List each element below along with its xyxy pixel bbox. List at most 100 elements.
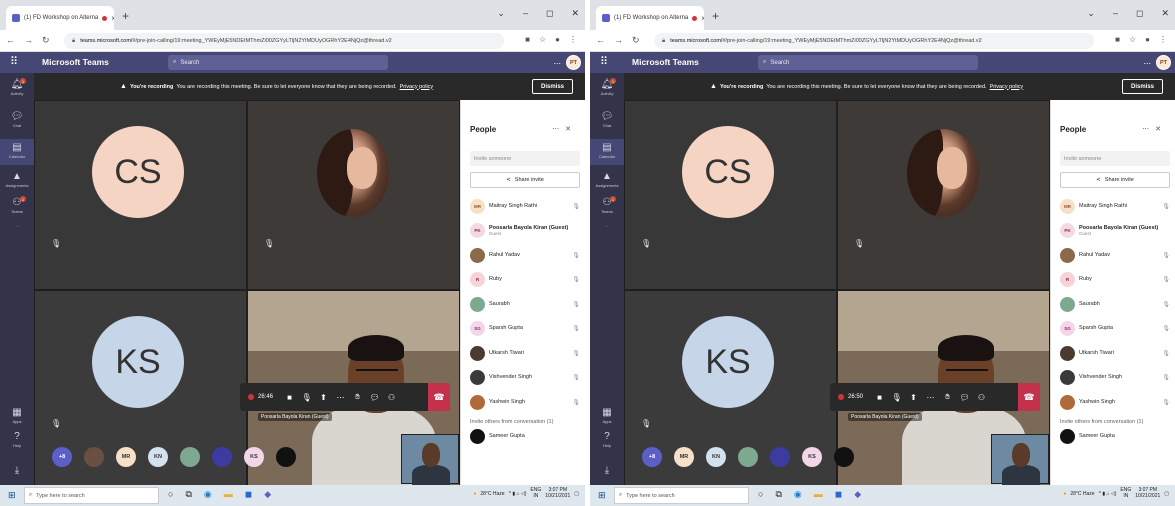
invite-others-section[interactable]: Invite others from conversation (1) [470,415,582,425]
more-options-icon[interactable]: ... [553,56,561,66]
reload-icon[interactable]: ↻ [632,35,640,46]
tray-icons[interactable]: ^ ▮ ⌂ ◁) [509,491,527,497]
notification-icon[interactable]: ▢ [574,491,579,497]
camera-toggle-icon[interactable]: ■ [871,393,888,402]
back-icon[interactable]: ← [596,35,605,46]
menu-icon[interactable]: ⋮ [1159,35,1167,44]
notification-icon[interactable]: ▢ [1164,491,1169,497]
more-actions-icon[interactable]: ⋯ [922,393,939,402]
close-icon[interactable]: ✕ [1155,126,1167,133]
back-icon[interactable]: ← [6,35,15,46]
explorer-icon[interactable]: ▬ [224,489,233,500]
search-input[interactable]: ⌕ Search [168,55,388,70]
app-launcher-icon[interactable]: ⠿ [600,55,608,68]
leave-call-button[interactable]: ☎︎ [428,383,450,411]
url-field[interactable]: 🔒︎ teams.microsoft.com/#/pre-join-callin… [654,33,1094,49]
overflow-count[interactable]: +8 [642,447,662,467]
rail-item-activity[interactable]: 🔔︎ 1 Activity [590,78,624,96]
minimize-icon[interactable]: – [1113,8,1118,19]
cortana-icon[interactable]: ○ [758,489,763,500]
taskbar-search[interactable]: ⌕ Type here to search [614,487,749,504]
list-item[interactable]: Sameer Gupta [1060,425,1172,450]
participant-avatar[interactable] [276,447,296,467]
participant-tile[interactable]: 🎙︎ [838,101,1049,289]
list-item[interactable]: PK Poosarla Bayola Kiran (Guest) Guest [1060,219,1172,244]
rail-item-chat[interactable]: 💬︎ Chat [590,111,624,128]
new-tab-button[interactable]: + [712,9,719,23]
participant-avatar[interactable] [770,447,790,467]
store-icon[interactable]: ◼ [835,489,842,500]
privacy-policy-link[interactable]: Privacy policy [990,84,1024,90]
list-item[interactable]: SG Sparsh Gupta 🎙︎ [470,317,582,342]
star-icon[interactable]: ☆ [1129,35,1136,44]
participants-toggle-icon[interactable]: ⚇ [383,393,400,402]
list-item[interactable]: MR Maitray Singh Rathi 🎙︎ [1060,194,1172,219]
list-item[interactable]: Vishvender Singh 🎙︎ [470,366,582,391]
language-indicator[interactable]: ENG IN [1120,487,1131,499]
store-icon[interactable]: ◼ [245,489,252,500]
teams-taskbar-icon[interactable]: ◆ [264,489,271,500]
rail-item-assignments[interactable]: ▲ Assignments [0,171,34,188]
list-item[interactable]: Yashwin Singh 🎙︎ [470,390,582,415]
close-icon[interactable]: ✕ [565,126,577,133]
participant-avatar[interactable] [212,447,232,467]
weather-text[interactable]: 28°C Haze [480,491,504,497]
list-item[interactable]: SG Sparsh Gupta 🎙︎ [1060,317,1172,342]
list-item[interactable]: Utkarsh Tiwari 🎙︎ [470,341,582,366]
language-indicator[interactable]: ENG IN [530,487,541,499]
search-input[interactable]: ⌕ Search [758,55,978,70]
participant-avatar[interactable]: MR [674,447,694,467]
teams-taskbar-icon[interactable]: ◆ [854,489,861,500]
maximize-icon[interactable]: ◻ [546,8,553,19]
participant-tile[interactable]: 🎙︎ [248,101,459,289]
list-item[interactable]: MR Maitray Singh Rathi 🎙︎ [470,194,582,219]
rail-item-apps[interactable]: ▦ Apps [590,407,624,424]
star-icon[interactable]: ☆ [539,35,546,44]
share-screen-icon[interactable]: ⬆ [315,393,332,402]
rail-item-assignments[interactable]: ▲ Assignments [590,171,624,188]
rail-item-more[interactable]: ... [590,223,624,228]
profile-icon[interactable]: ● [1145,35,1150,44]
invite-input[interactable]: Invite someone [1060,151,1170,166]
minimize-icon[interactable]: – [523,8,528,19]
avatar[interactable]: PT [1156,55,1171,70]
forward-icon[interactable]: → [24,35,33,46]
list-item[interactable]: Sameer Gupta [470,425,582,450]
rail-item-teams[interactable]: ⚇ 1 Teams [590,196,624,214]
rail-item-download[interactable]: ⤓ [0,465,34,476]
windows-start-icon[interactable]: ⊞ [8,490,16,501]
more-options-icon[interactable]: ... [1143,56,1151,66]
more-actions-icon[interactable]: ⋯ [332,393,349,402]
tab-close-icon[interactable]: × [111,14,114,23]
list-item[interactable]: R Ruby 🎙︎ [470,268,582,293]
leave-call-button[interactable]: ☎︎ [1018,383,1040,411]
share-screen-icon[interactable]: ⬆ [905,393,922,402]
privacy-policy-link[interactable]: Privacy policy [400,84,434,90]
browser-tab[interactable]: (1) FD Workshop on Alterna × [6,6,114,30]
more-options-icon[interactable]: ⋯ [552,126,565,133]
participants-toggle-icon[interactable]: ⚇ [973,393,990,402]
share-invite-button[interactable]: ≺ Share invite [470,172,580,188]
mic-toggle-icon[interactable]: 🎙︎ [888,393,905,402]
overflow-count[interactable]: +8 [52,447,72,467]
browser-tab[interactable]: (1) FD Workshop on Alterna × [596,6,704,30]
list-item[interactable]: R Ruby 🎙︎ [1060,268,1172,293]
camera-icon[interactable]: ■ [1115,35,1120,44]
close-icon[interactable]: ✕ [1161,8,1169,19]
taskbar-search[interactable]: ⌕ Type here to search [24,487,159,504]
participant-avatar[interactable] [180,447,200,467]
list-item[interactable]: PK Poosarla Bayola Kiran (Guest) Guest [470,219,582,244]
rail-item-help[interactable]: ? Help [590,431,624,448]
windows-start-icon[interactable]: ⊞ [598,490,606,501]
list-item[interactable]: Rahul Yadav 🎙︎ [470,243,582,268]
cortana-icon[interactable]: ○ [168,489,173,500]
camera-toggle-icon[interactable]: ■ [281,393,298,402]
participant-avatar[interactable]: KS [244,447,264,467]
list-item[interactable]: Saurabh 🎙︎ [1060,292,1172,317]
dismiss-button[interactable]: Dismiss [531,79,573,94]
forward-icon[interactable]: → [614,35,623,46]
rail-item-more[interactable]: ... [0,223,34,228]
close-icon[interactable]: ✕ [571,8,579,19]
weather-text[interactable]: 28°C Haze [1070,491,1094,497]
participant-avatar[interactable]: KN [148,447,168,467]
